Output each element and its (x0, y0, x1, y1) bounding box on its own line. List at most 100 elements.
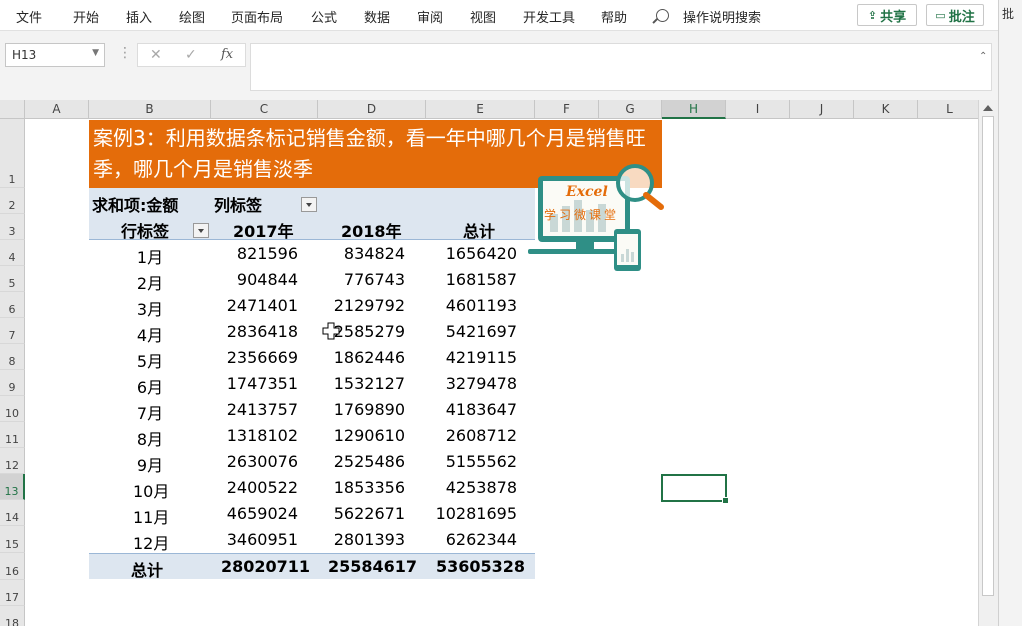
pivot-header-2018[interactable]: 2018年 (341, 218, 402, 242)
pivot-row-month[interactable]: 8月 (133, 426, 167, 450)
pivot-row-2017[interactable]: 4659024 (227, 504, 298, 523)
scroll-up-icon[interactable] (983, 105, 993, 111)
pivot-row-2017[interactable]: 1318102 (227, 426, 298, 445)
collapse-formula-icon[interactable]: ⌃ (979, 51, 987, 62)
pivot-row-month[interactable]: 5月 (133, 348, 167, 372)
menu-insert[interactable]: 插入 (126, 7, 152, 26)
scrollbar-thumb[interactable] (982, 116, 994, 596)
row-header-9[interactable]: 9 (0, 370, 25, 396)
pivot-row-month[interactable]: 1月 (133, 244, 167, 268)
col-header-c[interactable]: C (211, 100, 318, 119)
pivot-row-2017[interactable]: 2836418 (227, 322, 298, 341)
search-icon[interactable] (656, 9, 669, 22)
pivot-row-total[interactable]: 2608712 (446, 426, 517, 445)
pivot-row-total[interactable]: 4601193 (446, 296, 517, 315)
row-header-11[interactable]: 11 (0, 422, 25, 448)
pivot-row-2017[interactable]: 821596 (237, 244, 298, 263)
menu-data[interactable]: 数据 (364, 7, 390, 26)
pivot-row-month[interactable]: 10月 (133, 478, 169, 502)
col-header-h[interactable]: H (662, 100, 726, 119)
enter-icon[interactable]: ✓ (185, 47, 197, 63)
pivot-row-2017[interactable]: 904844 (237, 270, 298, 289)
menu-draw[interactable]: 绘图 (179, 7, 205, 26)
row-header-2[interactable]: 2 (0, 188, 25, 214)
col-header-f[interactable]: F (535, 100, 599, 119)
select-all-corner[interactable] (0, 100, 25, 119)
pivot-column-label[interactable]: 列标签 (214, 192, 262, 216)
pivot-row-2018[interactable]: 1769890 (334, 400, 405, 419)
pivot-total-grand[interactable]: 53605328 (436, 557, 525, 576)
menu-review[interactable]: 审阅 (417, 7, 443, 26)
chevron-down-icon[interactable]: ▼ (92, 48, 99, 58)
col-header-e[interactable]: E (426, 100, 535, 119)
pivot-row-total[interactable]: 4253878 (446, 478, 517, 497)
pivot-row-2018[interactable]: 2525486 (334, 452, 405, 471)
active-cell-h13[interactable] (661, 474, 729, 504)
menu-formulas[interactable]: 公式 (311, 7, 337, 26)
pivot-row-total[interactable]: 1681587 (446, 270, 517, 289)
tell-me-search[interactable]: 操作说明搜索 (683, 7, 761, 26)
pivot-row-2017[interactable]: 2471401 (227, 296, 298, 315)
pivot-row-2018[interactable]: 2801393 (334, 530, 405, 549)
row-header-16[interactable]: 16 (0, 553, 25, 580)
row-header-10[interactable]: 10 (0, 396, 25, 422)
pivot-row-2018[interactable]: 1290610 (334, 426, 405, 445)
col-header-i[interactable]: I (726, 100, 790, 119)
column-filter-dropdown-icon[interactable] (301, 197, 317, 212)
row-header-7[interactable]: 7 (0, 318, 25, 344)
vertical-scrollbar[interactable] (978, 100, 998, 626)
row-header-1[interactable]: 1 (0, 119, 25, 188)
menu-page-layout[interactable]: 页面布局 (231, 7, 283, 26)
pivot-row-2017[interactable]: 3460951 (227, 530, 298, 549)
formula-input[interactable] (250, 43, 992, 91)
pivot-row-2018[interactable]: 834824 (344, 244, 405, 263)
row-header-15[interactable]: 15 (0, 526, 25, 553)
col-header-a[interactable]: A (25, 100, 89, 119)
pivot-row-month[interactable]: 3月 (133, 296, 167, 320)
worksheet-grid[interactable]: A B C D E F G H I J K L 1 2 3 4 5 6 7 8 … (0, 100, 978, 626)
pivot-row-2017[interactable]: 2356669 (227, 348, 298, 367)
pivot-row-2018[interactable]: 2585279 (334, 322, 405, 341)
pivot-row-month[interactable]: 11月 (133, 504, 169, 528)
row-header-12[interactable]: 12 (0, 448, 25, 474)
row-header-14[interactable]: 14 (0, 500, 25, 526)
menu-developer[interactable]: 开发工具 (523, 7, 575, 26)
pivot-total-2017[interactable]: 28020711 (221, 557, 310, 576)
col-header-b[interactable]: B (89, 100, 211, 119)
pivot-row-total[interactable]: 5155562 (446, 452, 517, 471)
pivot-row-month[interactable]: 9月 (133, 452, 167, 476)
col-header-g[interactable]: G (599, 100, 662, 119)
pivot-row-2018[interactable]: 776743 (344, 270, 405, 289)
col-header-d[interactable]: D (318, 100, 426, 119)
pivot-value-label[interactable]: 求和项:金额 (92, 192, 178, 216)
row-header-3[interactable]: 3 (0, 214, 25, 240)
pivot-row-month[interactable]: 4月 (133, 322, 167, 346)
pivot-row-total[interactable]: 5421697 (446, 322, 517, 341)
pivot-row-label[interactable]: 行标签 (121, 218, 169, 242)
pivot-row-2017[interactable]: 2630076 (227, 452, 298, 471)
row-filter-dropdown-icon[interactable] (193, 223, 209, 238)
pivot-row-2018[interactable]: 2129792 (334, 296, 405, 315)
pivot-header-total[interactable]: 总计 (463, 218, 495, 242)
menu-help[interactable]: 帮助 (601, 7, 627, 26)
pivot-row-total[interactable]: 4183647 (446, 400, 517, 419)
col-header-k[interactable]: K (854, 100, 918, 119)
pivot-total-label[interactable]: 总计 (131, 557, 163, 581)
pivot-row-total[interactable]: 1656420 (446, 244, 517, 263)
pivot-row-total[interactable]: 6262344 (446, 530, 517, 549)
row-header-13[interactable]: 13 (0, 474, 25, 500)
pivot-row-2017[interactable]: 1747351 (227, 374, 298, 393)
pivot-row-2018[interactable]: 1862446 (334, 348, 405, 367)
row-header-17[interactable]: 17 (0, 580, 25, 606)
pivot-row-total[interactable]: 3279478 (446, 374, 517, 393)
row-header-4[interactable]: 4 (0, 240, 25, 266)
pivot-row-month[interactable]: 7月 (133, 400, 167, 424)
row-header-6[interactable]: 6 (0, 292, 25, 318)
pivot-row-2017[interactable]: 2413757 (227, 400, 298, 419)
row-header-5[interactable]: 5 (0, 266, 25, 292)
row-header-8[interactable]: 8 (0, 344, 25, 370)
comments-button[interactable]: ▭ 批注 (926, 4, 984, 26)
pivot-row-month[interactable]: 6月 (133, 374, 167, 398)
insert-function-icon[interactable]: fx (221, 47, 233, 62)
pivot-header-2017[interactable]: 2017年 (233, 218, 294, 242)
